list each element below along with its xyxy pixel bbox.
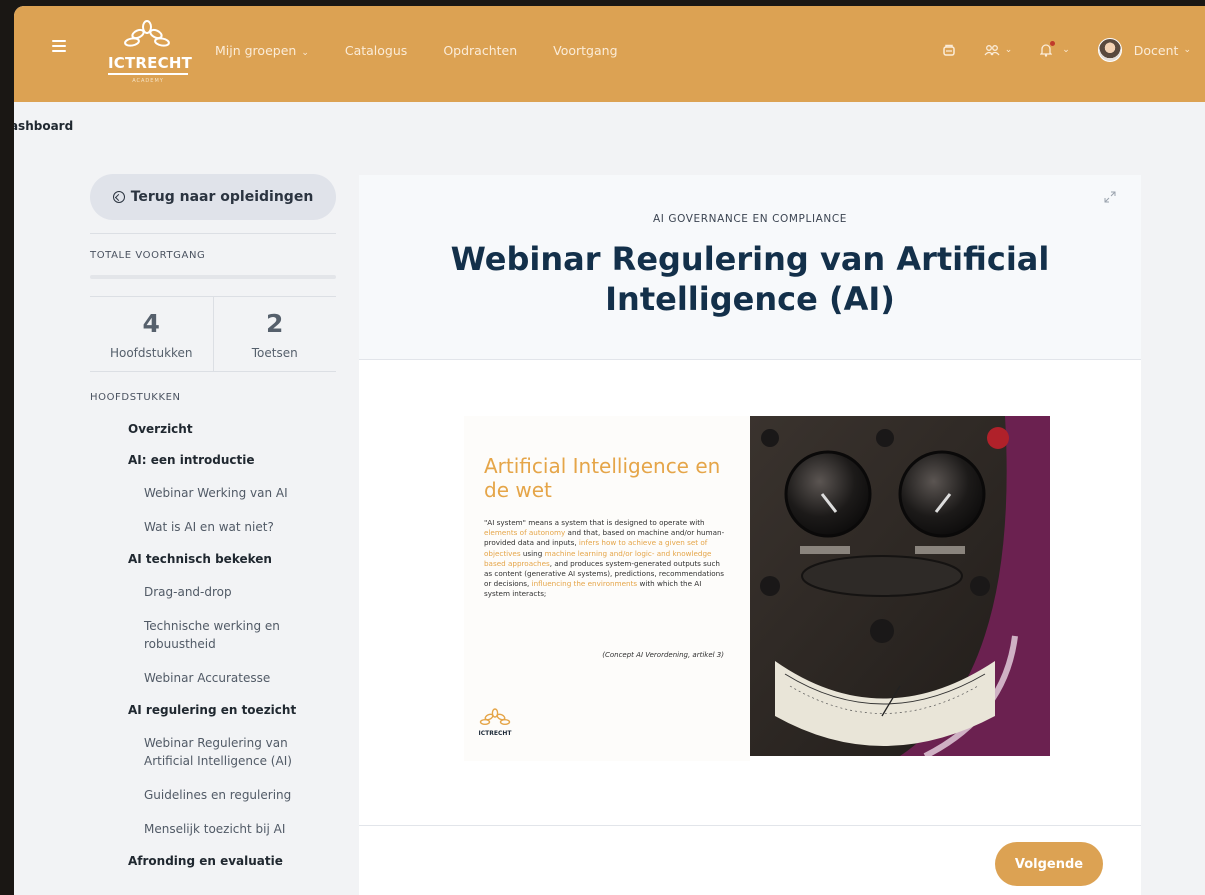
basket-icon [942,44,955,56]
sidebar-chapter[interactable]: Overzicht [90,422,336,436]
progress-bar [90,275,336,279]
slide-logo: ICTRECHT [470,708,530,748]
sidebar-lesson[interactable]: Technische werking en robuustheid [90,617,330,653]
sidebar-lesson[interactable]: Webinar Werking van AI [90,484,330,502]
chevron-down-icon: ⌄ [1062,45,1070,55]
sidebar-lesson[interactable]: Guidelines en regulering [90,786,330,804]
menu-icon[interactable] [52,40,66,52]
stat-chapters: 4 Hoofdstukken [90,297,214,371]
slide-quote: "AI system" means a system that is desig… [484,518,729,600]
nav-voortgang[interactable]: Voortgang [553,43,617,58]
basket-button[interactable] [942,43,956,57]
course-category: AI GOVERNANCE EN COMPLIANCE [652,213,848,225]
stat-value: 4 [142,309,160,338]
notification-dot [1050,40,1056,46]
stat-value: 2 [266,309,284,338]
slide-text-panel: Artificial Intelligence en de wet "AI sy… [464,416,750,761]
top-navbar: ICTRECHT ACADEMY Mijn groepen ⌄ Catalogus… [14,6,1205,102]
back-to-courses-button[interactable]: Terug naar opleidingen [90,174,336,220]
sidebar-chapter[interactable]: Afronding en evaluatie [90,854,336,868]
stat-tests: 2 Toetsen [214,297,337,371]
chevron-down-icon: ⌄ [301,48,309,58]
logo-leaf-icon [124,20,170,47]
sidebar-lesson[interactable]: Wat is AI en wat niet? [90,518,330,536]
slide-title: Artificial Intelligence en de wet [484,454,721,502]
logo-leaf-icon [479,708,511,725]
quote-text: "AI system" means a system that is desig… [484,518,705,527]
breadcrumb[interactable]: Dashboard [14,119,73,133]
page-title: Webinar Regulering van Artificial Intell… [450,240,1050,318]
arrow-left-circle-icon [112,191,125,203]
divider [90,371,336,372]
expand-icon[interactable] [1104,191,1116,203]
quote-text: using [520,548,545,558]
chevron-down-icon: ⌄ [1183,45,1191,55]
lesson-header: AI GOVERNANCE EN COMPLIANCE Webinar Regu… [359,175,1141,360]
app-window: ICTRECHT ACADEMY Mijn groepen ⌄ Catalogus… [14,6,1205,895]
avatar [1097,38,1122,62]
sidebar-chapter[interactable]: AI regulering en toezicht [90,703,336,717]
notifications-dropdown[interactable]: ⌄ [1040,40,1070,57]
course-sidebar: Terug naar opleidingen TOTALE VOORTGANG … [90,174,336,885]
stat-label: Hoofdstukken [109,346,193,360]
nav-label: Mijn groepen [215,43,297,58]
nav-label: Opdrachten [443,43,518,58]
chevron-down-icon: ⌄ [1004,45,1013,55]
chapters-label: HOOFDSTUKKEN [90,392,181,403]
quote-highlight: influencing the environments [531,579,638,589]
users-icon [984,45,1000,56]
sidebar-lesson[interactable]: Webinar Accuratesse [90,669,330,687]
slide-citation: (Concept AI Verordening, artikel 3) [602,651,724,659]
divider [90,233,336,234]
nav-label: Voortgang [553,43,618,58]
nav-catalogus[interactable]: Catalogus [345,43,407,58]
quote-highlight: elements of autonomy [484,528,566,538]
next-button[interactable]: Volgende [995,842,1103,886]
sidebar-chapter[interactable]: AI technisch bekeken [90,552,336,566]
chapter-outline: Overzicht AI: een introductie Webinar Werk… [90,422,336,868]
ictrecht-logo[interactable]: ICTRECHT ACADEMY [108,20,192,90]
sidebar-lesson[interactable]: Webinar Regulering van Artificial Intell… [90,734,330,770]
stat-label: Toetsen [251,346,298,360]
groups-dropdown[interactable]: ⌄ [984,44,1013,56]
nav-opdrachten[interactable]: Opdrachten [443,43,517,58]
header-tools: ⌄ ⌄ Docent ⌄ [914,38,1191,62]
nav-mijn-groepen[interactable]: Mijn groepen ⌄ [215,43,309,58]
logo-wordmark: ICTRECHT [108,54,192,75]
sidebar-lesson[interactable]: Menselijk toezicht bij AI [90,820,330,838]
user-menu[interactable]: Docent ⌄ [1097,38,1191,62]
slide-logo-text: ICTRECHT [478,730,512,737]
meter-illustration [750,416,1050,756]
webinar-slide[interactable]: Artificial Intelligence en de wet "AI sy… [464,416,1050,761]
lesson-content: Artificial Intelligence en de wet "AI sy… [359,360,1141,826]
lesson-footer: Volgende [359,826,1141,895]
nav-label: Catalogus [344,43,408,58]
main-nav: Mijn groepen ⌄ Catalogus Opdrachten Voort… [215,43,654,58]
vintage-meter-photo [750,416,1050,756]
logo-subtitle: ACADEMY [132,78,164,84]
total-progress-label: TOTALE VOORTGANG [90,250,206,261]
user-role-label: Docent [1133,42,1179,58]
sidebar-lesson[interactable]: Drag-and-drop [90,583,330,601]
course-stats: 4 Hoofdstukken 2 Toetsen [90,297,336,371]
sidebar-chapter[interactable]: AI: een introductie [90,453,336,467]
back-button-label: Terug naar opleidingen [130,189,314,205]
